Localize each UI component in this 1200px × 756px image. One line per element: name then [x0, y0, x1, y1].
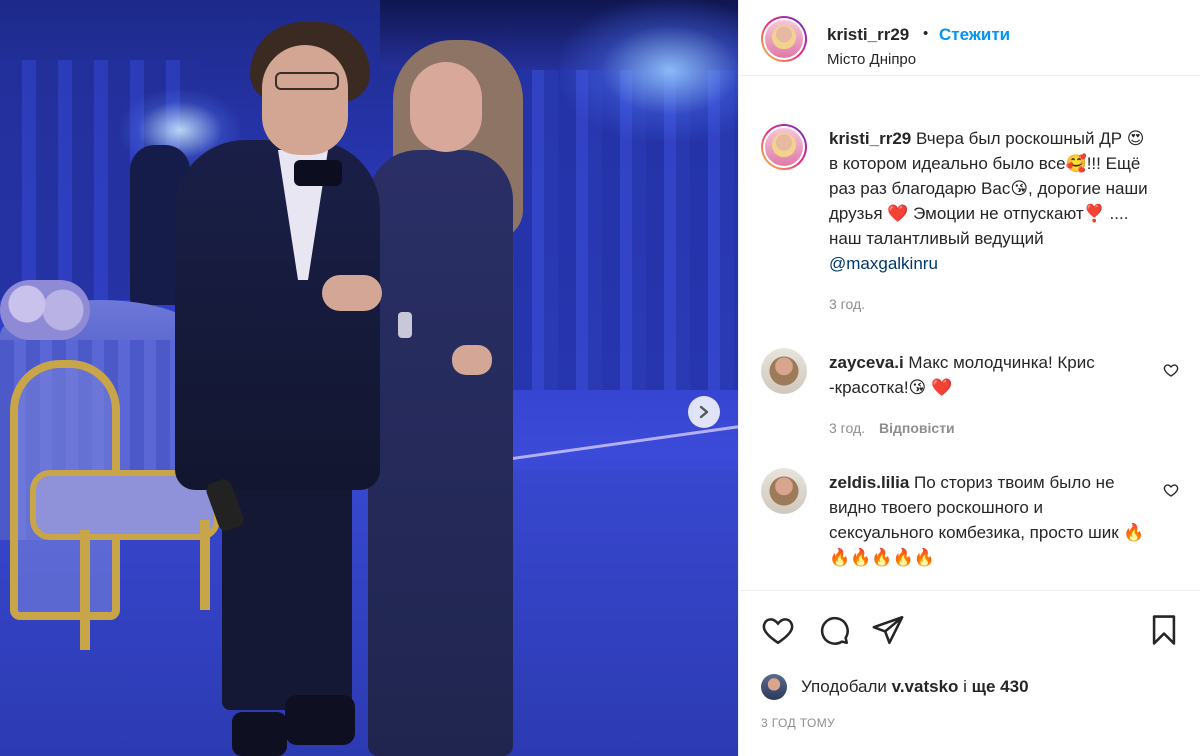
caption-text: kristi_rr29 Вчера был роскошный ДР 😍 в к…	[829, 126, 1149, 276]
photo-man-glasses	[275, 72, 339, 90]
posted-time[interactable]: 3 ГОД ТОМУ	[761, 716, 835, 730]
caption-mention[interactable]: @maxgalkinru	[829, 254, 938, 273]
commenter-username[interactable]: zayceva.i	[829, 353, 904, 372]
photo-shoe	[232, 712, 287, 756]
next-photo-button[interactable]	[688, 396, 720, 428]
location-link[interactable]: Місто Дніпро	[827, 51, 916, 68]
liker-username[interactable]: v.vatsko	[892, 677, 959, 696]
share-button[interactable]	[871, 613, 905, 647]
photo-woman-hand	[452, 345, 492, 375]
author-username[interactable]: kristi_rr29	[827, 25, 909, 45]
likes-count[interactable]: ще 430	[972, 677, 1029, 696]
caption-author-avatar[interactable]	[761, 124, 807, 170]
bookmark-icon	[1152, 615, 1176, 645]
comment-text: zayceva.i Макс молодчинка! Крис -красотк…	[829, 350, 1149, 400]
comment-button[interactable]	[817, 613, 851, 647]
photo-woman	[368, 150, 513, 756]
photo-woman-hand	[322, 275, 382, 311]
commenter-avatar[interactable]	[761, 348, 807, 394]
separator-dot: •	[923, 25, 929, 42]
liker-avatar[interactable]	[761, 674, 787, 700]
photo-man-legs	[222, 470, 352, 710]
post-photo[interactable]	[0, 0, 738, 756]
heart-icon[interactable]	[1163, 362, 1179, 378]
heart-icon	[762, 618, 794, 645]
caption-username[interactable]: kristi_rr29	[829, 129, 911, 148]
caption-time[interactable]: 3 год.	[829, 296, 865, 312]
post-header: kristi_rr29 • Стежити Місто Дніпро	[739, 0, 1200, 76]
paper-plane-icon	[872, 615, 904, 645]
photo-chair-leg	[200, 520, 210, 610]
photo-man-face	[262, 45, 348, 155]
photo-chair-leg	[80, 530, 90, 650]
photo-watch	[398, 312, 412, 338]
reply-button[interactable]: Відповісти	[879, 420, 955, 436]
commenter-username[interactable]: zeldis.lilia	[829, 473, 909, 492]
commenter-avatar[interactable]	[761, 468, 807, 514]
photo-shoe	[285, 695, 355, 745]
heart-icon[interactable]	[1163, 482, 1179, 498]
photo-man	[175, 140, 380, 490]
post-sidebar: kristi_rr29 • Стежити Місто Дніпро krist…	[738, 0, 1200, 756]
comment-meta: 3 год. Відповісти	[829, 420, 955, 436]
likes-conjunction: і	[958, 677, 972, 696]
photo-flowers	[0, 280, 90, 340]
photo-man-bowtie	[294, 160, 342, 186]
author-avatar[interactable]	[761, 16, 807, 62]
post-actions	[739, 590, 1200, 670]
comment-time[interactable]: 3 год.	[829, 420, 865, 436]
photo-stage-light	[560, 0, 738, 140]
comment-text: zeldis.lilia По сториз твоим было не вид…	[829, 470, 1149, 570]
comment-bubble-icon	[820, 616, 849, 645]
photo-woman-face	[410, 62, 482, 152]
likes-text: Уподобали v.vatsko і ще 430	[801, 677, 1029, 697]
chevron-right-icon	[699, 405, 709, 419]
like-button[interactable]	[761, 613, 795, 647]
likes-prefix: Уподобали	[801, 677, 892, 696]
save-button[interactable]	[1147, 613, 1181, 647]
follow-button[interactable]: Стежити	[939, 25, 1010, 45]
